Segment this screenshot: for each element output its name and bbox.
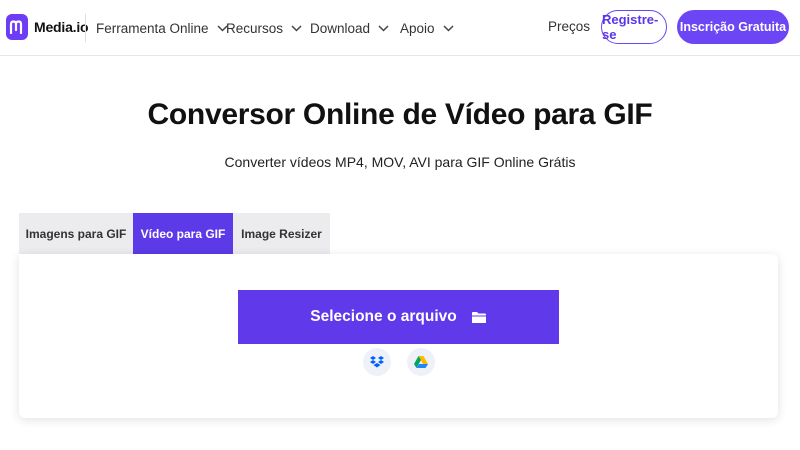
top-navbar: Media.io Ferramenta Online Recursos Down…: [0, 0, 800, 56]
page-subtitle: Converter vídeos MP4, MOV, AVI para GIF …: [224, 154, 576, 170]
chevron-down-icon: [378, 24, 389, 32]
dropbox-icon[interactable]: [363, 348, 391, 376]
nav-ferramenta-online[interactable]: Ferramenta Online: [96, 18, 228, 38]
nav-download[interactable]: Download: [310, 18, 389, 38]
chevron-down-icon: [291, 24, 302, 32]
logo-text: Media.io: [34, 19, 89, 35]
nav-recursos[interactable]: Recursos: [226, 18, 302, 38]
select-file-button[interactable]: Selecione o arquivo: [238, 290, 559, 344]
tab-imagens-para-gif[interactable]: Imagens para GIF: [19, 213, 133, 254]
inscricao-gratuita-button[interactable]: Inscrição Gratuita: [677, 10, 789, 44]
tab-image-resizer[interactable]: Image Resizer: [233, 213, 330, 254]
page-title: Conversor Online de Vídeo para GIF: [147, 98, 653, 131]
logo[interactable]: Media.io: [6, 14, 89, 40]
tab-video-para-gif[interactable]: Vídeo para GIF: [133, 213, 233, 254]
folder-icon: [471, 311, 486, 323]
registre-se-button[interactable]: Registre-se: [601, 10, 667, 44]
select-file-label: Selecione o arquivo: [310, 308, 457, 325]
chevron-down-icon: [443, 24, 454, 32]
nav-label: Recursos: [226, 20, 284, 36]
google-drive-icon[interactable]: [407, 348, 435, 376]
nav-label: Download: [310, 20, 371, 36]
header-divider: [85, 14, 86, 42]
nav-label: Apoio: [400, 20, 435, 36]
nav-label: Ferramenta Online: [96, 20, 209, 36]
nav-precos[interactable]: Preços: [548, 19, 590, 34]
nav-apoio[interactable]: Apoio: [400, 18, 454, 38]
media-io-logo-icon: [6, 14, 28, 40]
